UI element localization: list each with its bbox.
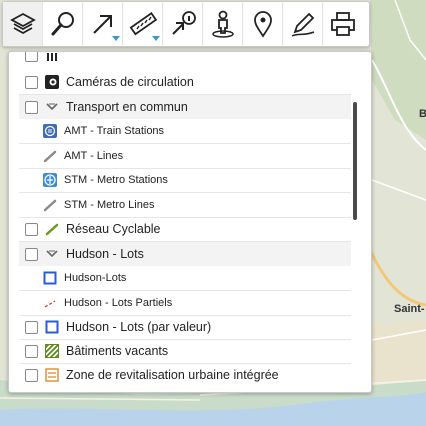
layer-checkbox[interactable] — [25, 52, 38, 62]
legend-bars-icon — [45, 52, 59, 62]
measure-caret-icon — [152, 36, 160, 41]
layer-group[interactable]: Transport en commun — [19, 95, 351, 119]
map-toolbar — [2, 1, 370, 47]
locate-button[interactable] — [243, 2, 283, 46]
draw-button[interactable] — [283, 2, 323, 46]
printer-icon — [331, 12, 355, 36]
dashed-red-icon — [43, 296, 57, 310]
navigate-button[interactable] — [83, 2, 123, 46]
info-arrow-icon — [171, 11, 196, 35]
line-gray-icon — [43, 198, 57, 212]
layers-icon — [9, 12, 36, 35]
sublayer-label: AMT - Lines — [64, 150, 124, 162]
measure-button[interactable] — [123, 2, 163, 46]
panel-scrollbar[interactable] — [353, 102, 357, 220]
layer-checkbox[interactable] — [25, 222, 38, 236]
sublayer-item: AMT - Lines — [19, 144, 351, 168]
layer-checkbox[interactable] — [25, 368, 38, 382]
sublayer-item: AMT - Train Stations — [19, 119, 351, 143]
hatched-orange-icon — [45, 368, 59, 382]
layer-label: Réseau Cyclable — [66, 222, 161, 236]
layer-item-partial-top — [19, 52, 351, 64]
layer-label: Caméras de circulation — [66, 75, 194, 89]
sublayer-item: STM - Metro Lines — [19, 193, 351, 217]
layer-item[interactable]: Caméras de circulation — [19, 70, 351, 94]
arrow-icon — [92, 15, 112, 34]
search-button[interactable] — [43, 2, 83, 46]
group-label: Hudson - Lots — [66, 247, 144, 261]
layer-checkbox[interactable] — [25, 247, 38, 261]
map-pin-icon — [253, 11, 272, 38]
layer-item[interactable]: Réseau Cyclable — [19, 217, 351, 241]
identify-button[interactable] — [163, 2, 203, 46]
pegman-icon — [211, 10, 234, 38]
blue-square-icon — [45, 320, 59, 334]
layer-label: Hudson - Lots (par valeur) — [66, 320, 212, 334]
sublayer-item: Hudson-Lots — [19, 266, 351, 290]
pencil-icon — [291, 12, 314, 37]
magnifier-icon — [51, 12, 74, 36]
group-label: Transport en commun — [66, 100, 188, 114]
print-button[interactable] — [323, 2, 363, 46]
layer-group[interactable]: Hudson - Lots — [19, 242, 351, 266]
layer-checkbox[interactable] — [25, 100, 38, 114]
layers-button[interactable] — [3, 2, 43, 46]
layer-checkbox[interactable] — [25, 320, 38, 334]
sublayer-label: AMT - Train Stations — [64, 125, 165, 137]
sublayer-item: Hudson - Lots Partiels — [19, 291, 351, 315]
blue-square-icon — [43, 271, 57, 285]
layers-panel: Caméras de circulation Transport en comm… — [8, 51, 372, 393]
ruler-icon — [129, 12, 157, 36]
layer-label: Zone de revitalisation urbaine intégrée — [66, 368, 279, 382]
chevron-down-icon[interactable] — [45, 100, 59, 114]
sublayer-label: Hudson-Lots — [64, 272, 127, 284]
layer-item[interactable]: Bâtiments vacants — [19, 339, 351, 363]
line-gray-icon — [43, 149, 57, 163]
metro-icon — [43, 173, 57, 187]
hatched-green-icon — [45, 344, 59, 358]
layer-item[interactable]: Hudson - Lots (par valeur) — [19, 315, 351, 339]
map-label-saint: Saint- — [394, 303, 425, 315]
sublayer-label: STM - Metro Lines — [64, 199, 155, 211]
camera-icon — [45, 75, 59, 89]
map-label-b: B — [419, 108, 426, 120]
sublayer-label: Hudson - Lots Partiels — [64, 297, 173, 309]
chevron-down-icon[interactable] — [45, 247, 59, 261]
navigate-caret-icon — [112, 36, 120, 41]
street-view-button[interactable] — [203, 2, 243, 46]
train-station-icon — [43, 124, 57, 138]
layer-item[interactable]: Zone de revitalisation urbaine intégrée — [19, 363, 351, 387]
layer-checkbox[interactable] — [25, 344, 38, 358]
layer-checkbox[interactable] — [25, 75, 38, 89]
layer-label: Bâtiments vacants — [66, 344, 169, 358]
sublayer-label: STM - Metro Stations — [64, 174, 168, 186]
line-green-icon — [45, 222, 59, 236]
sublayer-item: STM - Metro Stations — [19, 168, 351, 192]
